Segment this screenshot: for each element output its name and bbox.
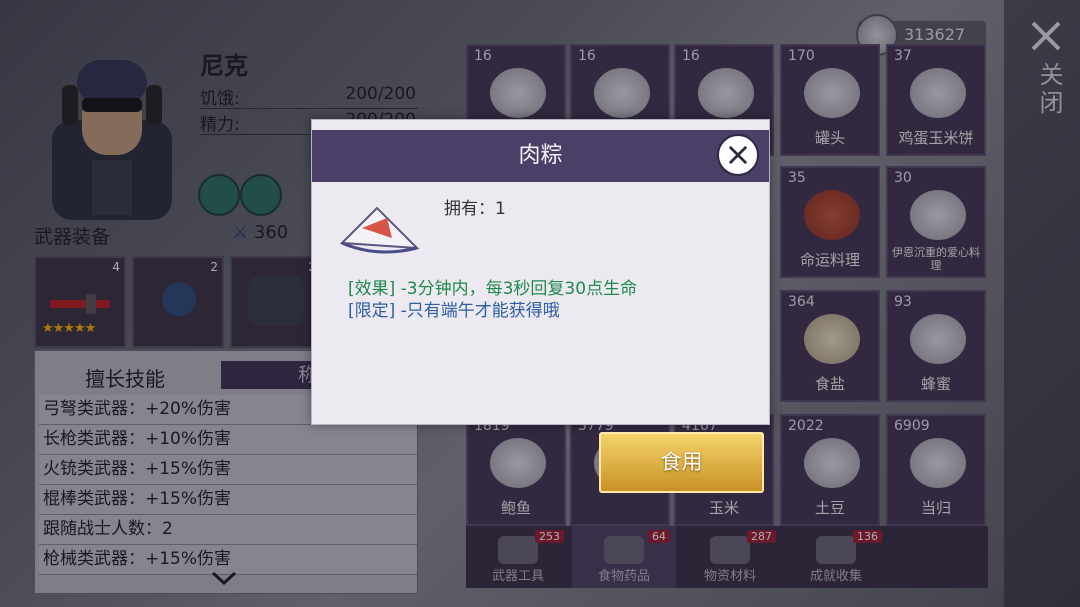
limit-text: [限定] -只有端午才能获得哦	[348, 301, 560, 321]
eat-button[interactable]: 食用	[599, 432, 764, 493]
dialog-title: 肉粽	[518, 143, 563, 168]
item-detail-dialog: 肉粽 拥有：1 [效果] -3分钟内，每3秒回复30点生命 [限定] -只有端午…	[311, 119, 770, 425]
owned-count: 拥有：1	[444, 199, 506, 219]
dialog-close-icon[interactable]	[717, 134, 759, 176]
zongzi-icon	[339, 206, 420, 254]
dialog-header: 肉粽	[312, 130, 769, 182]
